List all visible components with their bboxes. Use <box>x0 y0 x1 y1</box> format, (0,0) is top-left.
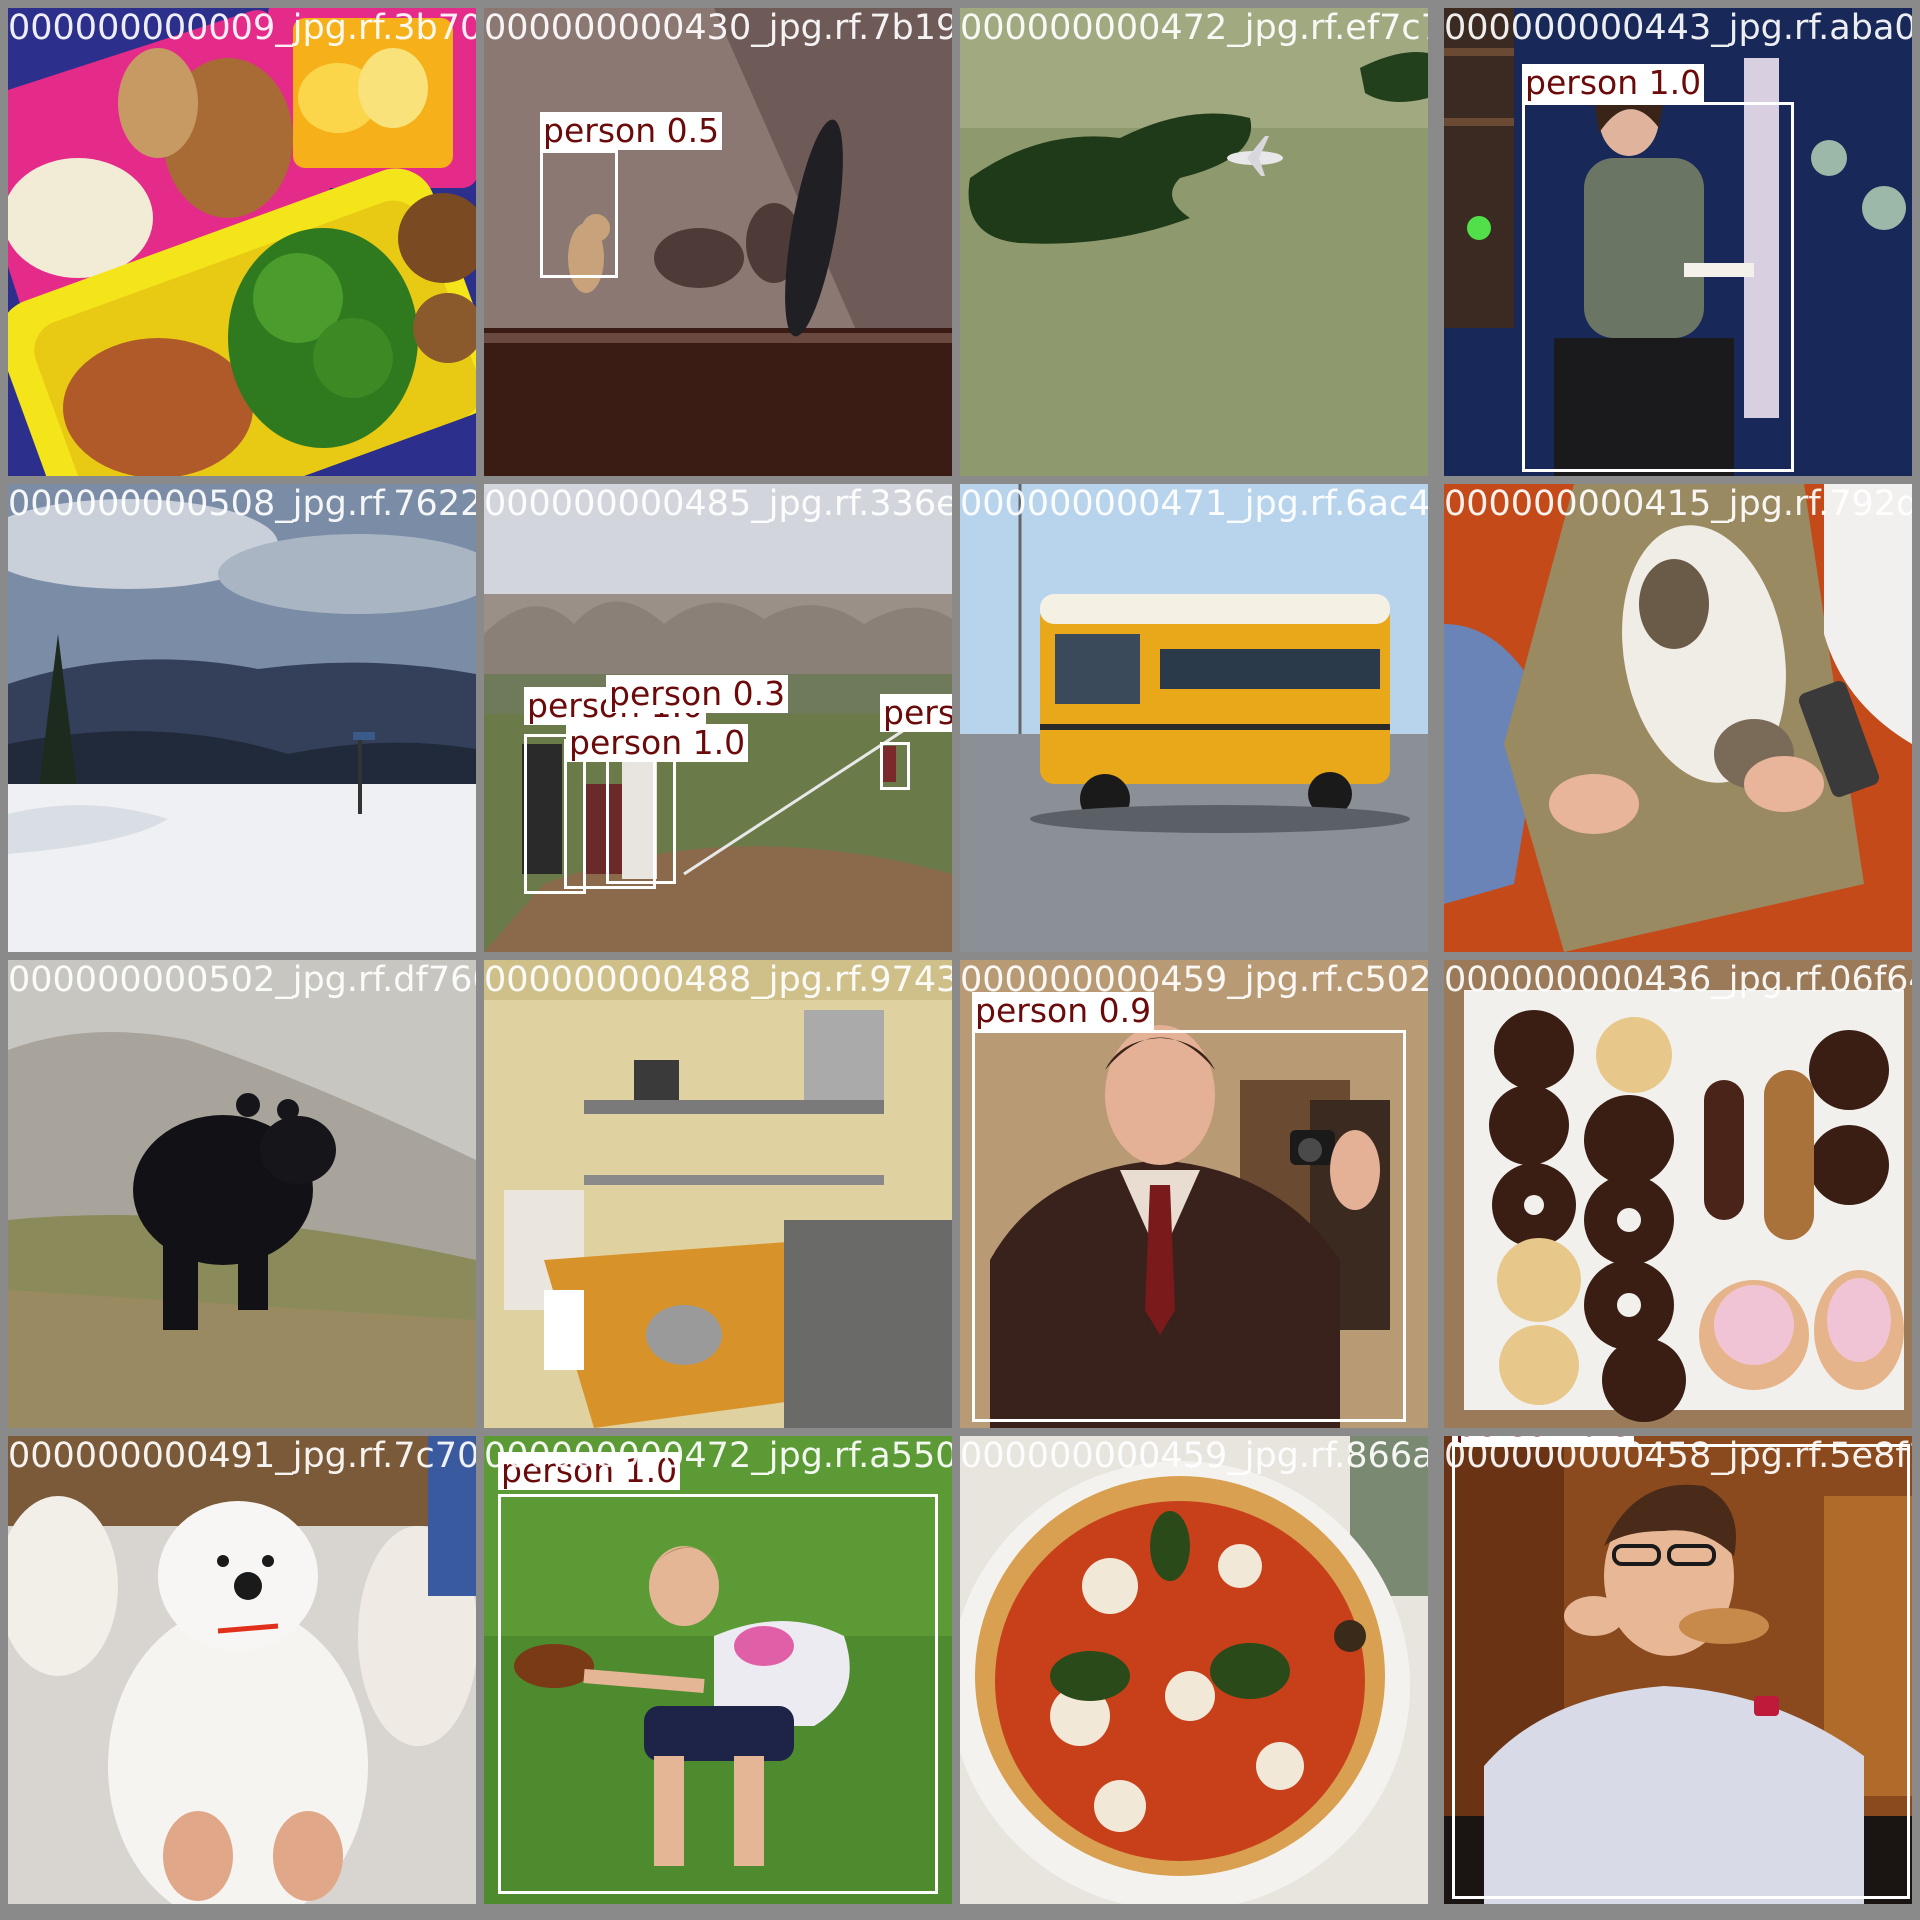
mountain-photo <box>8 484 476 952</box>
donuts-photo <box>1444 960 1912 1428</box>
tile-snow-mountain: 000000000508_jpg.rf.7622e <box>8 484 476 952</box>
tile-man-eating: person 0.8 000000000458_jpg.rf.5e8f1 <box>1444 1436 1912 1904</box>
detection-label: person 0.3 <box>606 675 789 713</box>
detection-label: person 1.0 <box>498 1452 681 1490</box>
cat-photo <box>1444 484 1912 952</box>
bento-photo <box>8 8 476 476</box>
detection-label: person 0.6 <box>880 694 952 732</box>
tile-baseball: person 1.0 person 0.3 person 1.0 person … <box>484 484 952 952</box>
bus-photo <box>960 484 1428 952</box>
bear-photo <box>8 960 476 1428</box>
detection-label: person 0.8 <box>1452 1436 1635 1444</box>
detection-box <box>498 1494 938 1894</box>
detection-box <box>1522 102 1794 472</box>
pizza-photo <box>960 1436 1428 1904</box>
detection-label: person 0.5 <box>540 112 723 150</box>
detection-box <box>1452 1444 1910 1899</box>
detection-box <box>972 1030 1406 1422</box>
tile-man-suit: person 0.9 000000000459_jpg.rf.c502b <box>960 960 1428 1428</box>
tile-woman-room: person 1.0 000000000443_jpg.rf.aba06 <box>1444 8 1912 476</box>
tile-stuffed-toys: 000000000491_jpg.rf.7c703 <box>8 1436 476 1904</box>
tile-bento: 000000000009_jpg.rf.3b70a <box>8 8 476 476</box>
tile-bear: 000000000502_jpg.rf.df760 <box>8 960 476 1428</box>
detection-box <box>880 742 910 790</box>
tile-airplane-lake: 000000000472_jpg.rf.ef7c7 <box>960 8 1428 476</box>
kitchen-photo <box>484 960 952 1428</box>
tile-cat-lap: 000000000415_jpg.rf.792de <box>1444 484 1912 952</box>
detection-label: person 1.0 <box>1522 64 1705 102</box>
toys-photo <box>8 1436 476 1904</box>
detection-label: person 0.9 <box>972 992 1155 1030</box>
tile-kitchen: 000000000488_jpg.rf.9743e <box>484 960 952 1428</box>
detection-label: person 1.0 <box>566 724 749 762</box>
image-mosaic: 000000000009_jpg.rf.3b70a person 0.5 000… <box>0 0 1920 1920</box>
tile-dog-skateboard: person 0.5 000000000430_jpg.rf.7b192 <box>484 8 952 476</box>
tile-pizza: 000000000459_jpg.rf.866ab <box>960 1436 1428 1904</box>
tile-school-bus: 000000000471_jpg.rf.6ac4a <box>960 484 1428 952</box>
airplane-photo <box>960 8 1428 476</box>
tile-donuts: 000000000436_jpg.rf.06f64 <box>1444 960 1912 1428</box>
detection-box <box>540 150 618 278</box>
tile-boy-catch: person 1.0 000000000472_jpg.rf.a550f <box>484 1436 952 1904</box>
